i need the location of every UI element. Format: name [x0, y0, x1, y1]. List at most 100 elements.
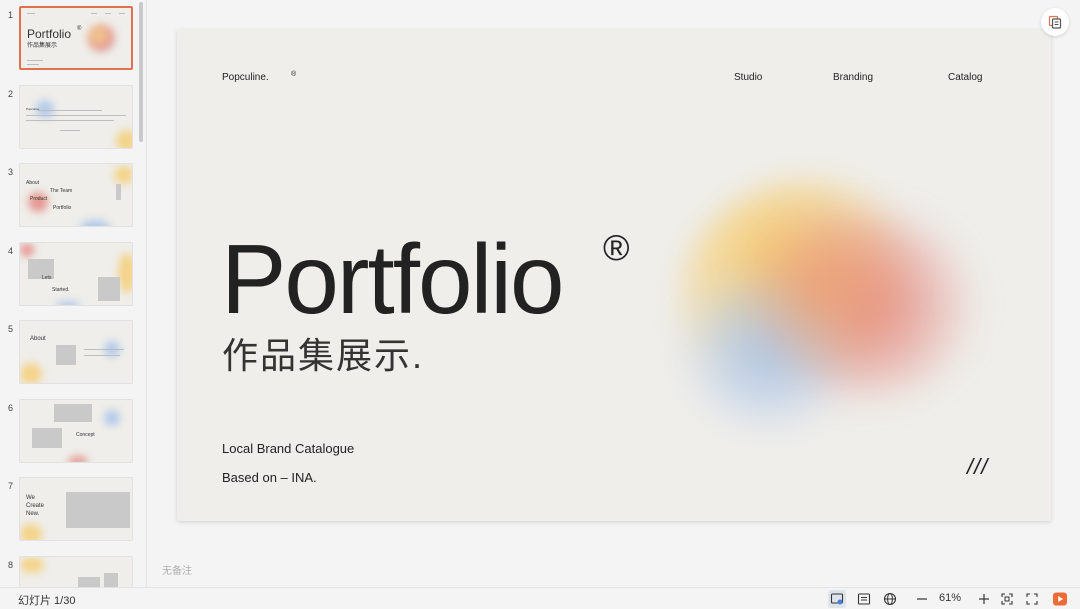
nav-studio: Studio [734, 72, 763, 83]
slide-thumbnail[interactable]: About The Team Product Portfolio [19, 163, 133, 227]
globe-icon [883, 592, 897, 606]
thumb-text-line [38, 110, 102, 111]
thumb-portfolio: Portfolio [53, 205, 72, 211]
catalogue-label: Local Brand Catalogue [222, 441, 355, 456]
play-icon [1053, 592, 1067, 606]
slide-number: 7 [8, 481, 14, 491]
thumb-started: Started. [52, 287, 70, 293]
slide-thumbnail-row[interactable]: 6 Concept [0, 399, 138, 465]
slide-number: 1 [8, 10, 14, 20]
slide-thumbnail-row[interactable]: 1 Portfolio ® 作品集展示 [0, 6, 138, 72]
slide-thumbnail[interactable]: Lets Started. [19, 242, 133, 306]
normal-view-button[interactable] [828, 590, 846, 608]
sidebar-scrollbar[interactable] [138, 0, 144, 587]
slide-thumbnail[interactable]: Portfolio ® 作品集展示 [19, 6, 133, 70]
slide-title: Portfolio [221, 224, 565, 334]
thumb-about: About [26, 180, 40, 186]
thumb-image [66, 492, 130, 528]
gradient-blob-orange [717, 198, 927, 398]
gradient-blob [20, 557, 44, 573]
thumb-text-line [91, 13, 97, 14]
thumb-text-line [84, 349, 124, 350]
normal-view-icon [830, 593, 844, 605]
insert-slide-button[interactable] [1041, 8, 1069, 36]
slide-thumbnail[interactable]: About [19, 320, 133, 384]
slide-canvas-area: Popculine. ® Studio Branding Catalog Por… [148, 0, 1080, 587]
thumb-create: Create [26, 503, 45, 509]
thumb-text-line [60, 130, 80, 131]
gradient-blob [20, 243, 34, 257]
slide-thumbnail-row[interactable]: 7 We Create New. [0, 477, 138, 543]
thumb-text-line [27, 60, 43, 61]
thumb-concept: Concept [76, 432, 95, 438]
gradient-blob [104, 410, 120, 426]
notes-view-button[interactable] [855, 590, 873, 608]
thumb-team: The Team [50, 188, 73, 194]
thumb-title: Portfolio [27, 27, 72, 41]
gradient-blob [118, 253, 132, 293]
slide-number: 3 [8, 167, 14, 177]
thumb-image [116, 184, 121, 200]
plus-icon [979, 594, 989, 604]
based-on-label: Based on – INA. [222, 470, 317, 485]
thumb-image [54, 404, 92, 422]
slide-layout-icon [1048, 15, 1062, 29]
gradient-blob [87, 24, 115, 52]
slide-number: 8 [8, 560, 14, 570]
zoom-in-button[interactable] [975, 590, 993, 608]
registered-mark-small: ® [291, 71, 297, 78]
slide-canvas[interactable]: Popculine. ® Studio Branding Catalog Por… [177, 30, 1051, 521]
language-button[interactable] [881, 590, 899, 608]
slide-counter: 幻灯片 1/30 [18, 595, 76, 607]
slide-thumbnail-row[interactable]: 5 About [0, 320, 138, 386]
slash-mark: /// [967, 454, 989, 479]
gradient-blob [28, 192, 48, 212]
brand-name: Popculine. [222, 72, 269, 83]
slide-thumbnail[interactable]: Concept [19, 399, 133, 463]
nav-catalog: Catalog [948, 72, 983, 83]
thumb-lets: Lets [42, 275, 52, 281]
fit-screen-icon [1001, 593, 1013, 605]
thumb-text-line [84, 355, 120, 356]
slide-thumbnail-row[interactable]: 3 About The Team Product Portfolio [0, 163, 138, 229]
thumb-image [98, 277, 120, 301]
slide-thumbnail[interactable] [19, 556, 133, 587]
thumb-text-line [27, 13, 35, 14]
zoom-level[interactable]: 61% [939, 592, 961, 604]
gradient-blob [56, 301, 80, 305]
speaker-notes-placeholder[interactable]: 无备注 [162, 562, 192, 577]
gradient-blob [114, 166, 132, 184]
gradient-blob [80, 220, 110, 226]
fullscreen-button[interactable] [1023, 590, 1041, 608]
nav-branding: Branding [833, 72, 874, 83]
slide-thumbnail[interactable]: We Create New. [19, 477, 133, 541]
minus-icon [917, 598, 927, 600]
thumb-about: About [30, 336, 46, 342]
scrollbar-thumb[interactable] [139, 2, 143, 142]
thumb-product: Product [30, 196, 48, 202]
thumb-text-line [105, 13, 111, 14]
thumb-image [104, 573, 118, 587]
slide-number: 5 [8, 324, 14, 334]
thumb-image [56, 345, 76, 365]
slide-thumbnail-row[interactable]: 2 Popculine [0, 85, 138, 151]
thumb-subtitle: 作品集展示 [27, 43, 58, 49]
fit-slide-button[interactable] [998, 590, 1016, 608]
gradient-blob [116, 130, 132, 148]
thumb-text-line [119, 13, 125, 14]
thumb-we: We [26, 495, 35, 501]
slide-thumbnail-row[interactable]: 8 [0, 556, 138, 587]
slide-number: 4 [8, 246, 14, 256]
thumb-new: New. [26, 511, 40, 517]
slide-thumbnail-row[interactable]: 4 Lets Started. [0, 242, 138, 308]
slide-thumbnail-panel: 1 Portfolio ® 作品集展示 2 Popculine 3 About … [0, 0, 147, 587]
thumb-image [78, 577, 100, 587]
gradient-blob [20, 363, 42, 383]
notes-icon [857, 593, 871, 605]
slide-number: 2 [8, 89, 14, 99]
play-slideshow-button[interactable] [1051, 590, 1069, 608]
thumb-text-line [26, 115, 126, 116]
zoom-out-button[interactable] [913, 590, 931, 608]
thumb-text-line [27, 64, 39, 65]
slide-thumbnail[interactable]: Popculine [19, 85, 133, 149]
